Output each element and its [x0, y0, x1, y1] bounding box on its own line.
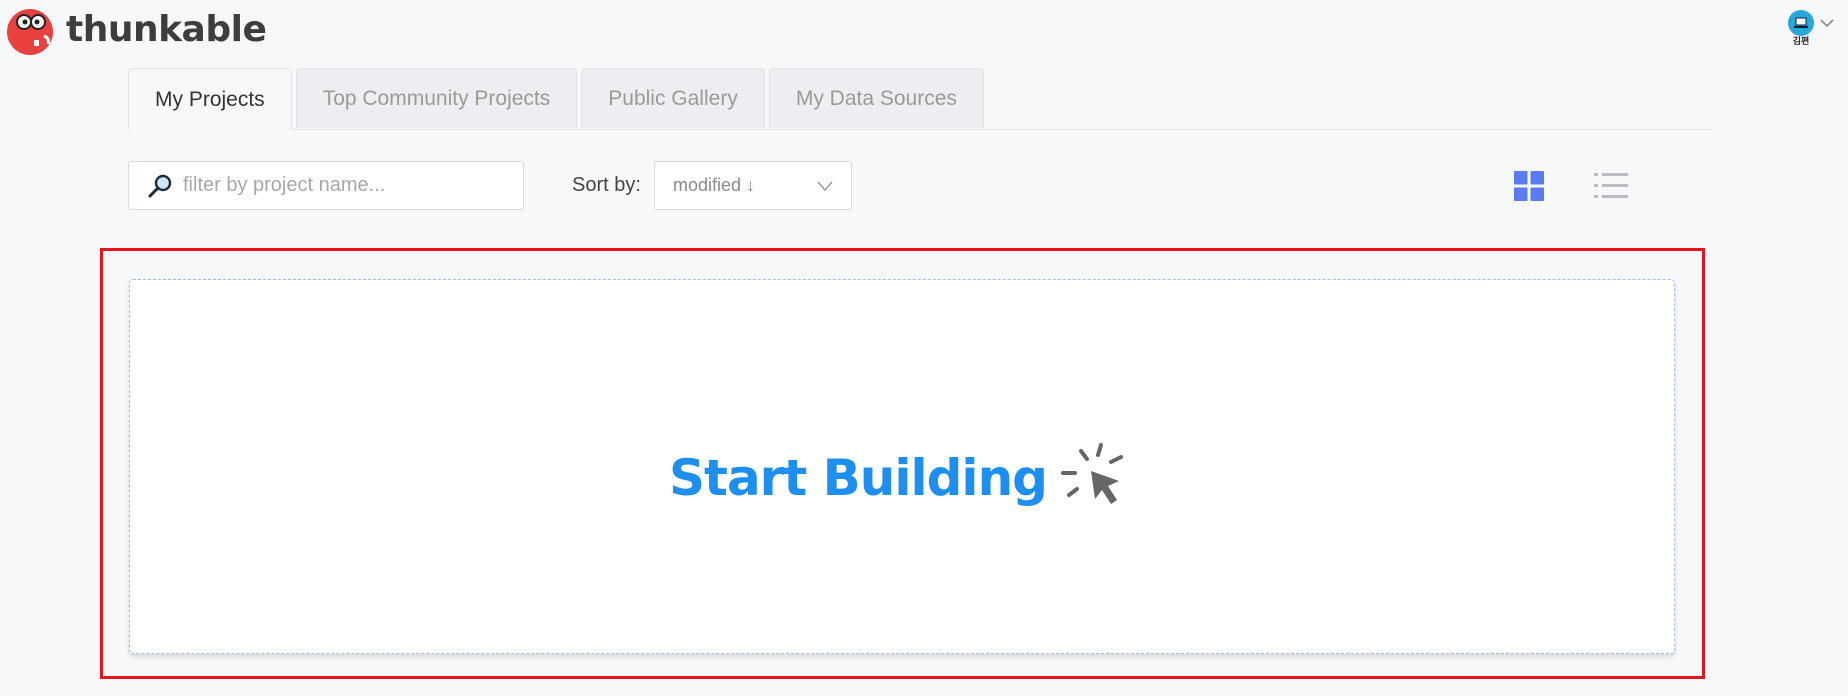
- user-name: 김편: [1792, 36, 1810, 46]
- list-view-icon: [1594, 173, 1628, 198]
- laptop-icon: [1794, 17, 1808, 28]
- tab-top-community-projects[interactable]: Top Community Projects: [295, 68, 578, 128]
- tab-public-gallery[interactable]: Public Gallery: [581, 68, 765, 128]
- grid-view-icon: [1514, 171, 1544, 201]
- avatar[interactable]: [1788, 10, 1814, 36]
- chevron-down-icon[interactable]: [1820, 18, 1834, 28]
- start-building-card[interactable]: Start Building: [129, 279, 1675, 654]
- thunkable-logo-icon: [7, 9, 53, 55]
- tab-label: My Projects: [155, 87, 265, 111]
- sort-value: modified ↓: [673, 175, 756, 195]
- tab-label: Top Community Projects: [322, 86, 551, 110]
- brand-logo[interactable]: thunkable: [4, 4, 267, 56]
- page: thunkable 김편 My Projects Top Community P…: [0, 0, 1848, 696]
- brand-name: thunkable: [66, 9, 267, 50]
- project-tabs: My Projects Top Community Projects Publi…: [128, 68, 1714, 130]
- sort-label: Sort by:: [572, 174, 641, 196]
- avatar-block: 김편: [1788, 10, 1814, 46]
- search-input[interactable]: [181, 173, 505, 198]
- start-building-button[interactable]: Start Building: [669, 442, 1135, 513]
- list-view-button[interactable]: [1594, 171, 1628, 206]
- search-box[interactable]: [128, 161, 524, 210]
- sort-dropdown[interactable]: modified ↓: [654, 161, 852, 210]
- tab-my-data-sources[interactable]: My Data Sources: [768, 68, 984, 128]
- chevron-down-icon: [817, 181, 833, 191]
- grid-view-button[interactable]: [1514, 171, 1544, 206]
- tab-label: Public Gallery: [608, 86, 738, 110]
- start-building-label: Start Building: [669, 448, 1048, 507]
- search-icon: [148, 174, 172, 197]
- tab-label: My Data Sources: [795, 86, 957, 110]
- user-menu[interactable]: 김편: [1788, 10, 1834, 46]
- tab-my-projects[interactable]: My Projects: [128, 68, 292, 130]
- click-cursor-icon: [1060, 442, 1123, 504]
